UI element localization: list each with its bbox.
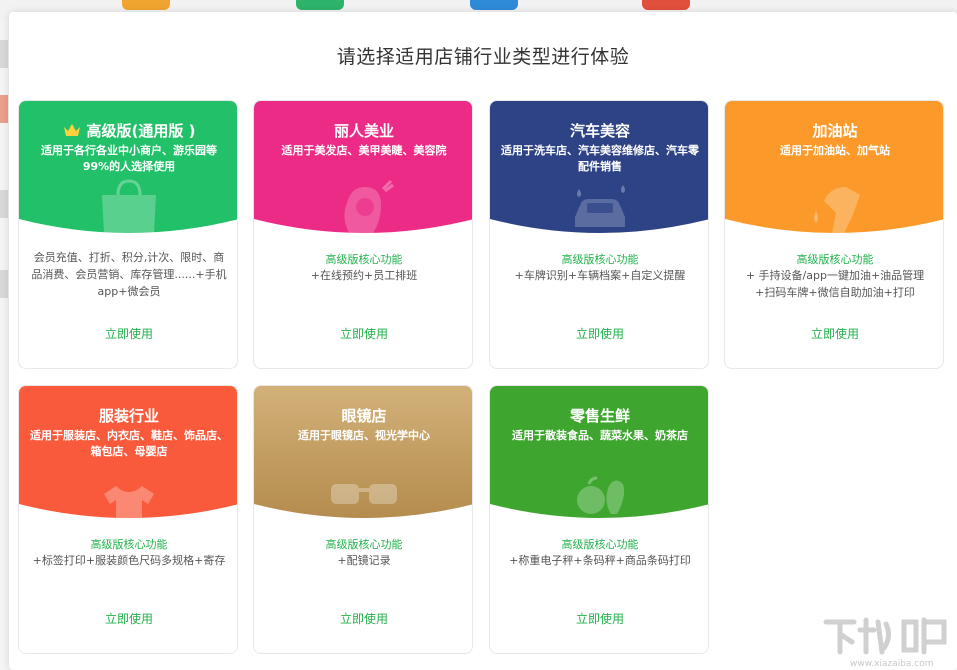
card-features: +在线预约+员工排班	[310, 269, 418, 282]
card-subtitle: 适用于洗车店、汽车美容维修店、汽车零配件销售	[501, 144, 699, 173]
background-mark	[0, 40, 8, 68]
watermark-logo: www.xiazaiba.com	[823, 617, 947, 669]
feature-heading: 高级版核心功能	[325, 253, 403, 266]
car-wash-icon	[575, 185, 625, 227]
card-title: 服装行业	[98, 407, 159, 425]
glasses-icon	[331, 484, 397, 504]
card-subtitle: 适用于眼镜店、视光学中心	[298, 429, 430, 442]
card-title: 汽车美容	[569, 122, 630, 140]
background-tile	[296, 0, 344, 10]
background-tile	[122, 0, 170, 10]
card-subtitle: 适用于服装店、内衣店、鞋店、饰品店、箱包店、母婴店	[30, 429, 228, 458]
card-title: 丽人美业	[333, 122, 394, 140]
woman-hair-icon	[344, 179, 394, 233]
card-gas-station: 加油站 适用于加油站、加气站 高级版核心功能 + 手持设备/app一键加油+油品…	[724, 100, 944, 369]
card-subtitle: 适用于各行各业中小商户、游乐园等99%的人选择使用	[41, 144, 217, 173]
use-now-button[interactable]: 立即使用	[254, 325, 472, 342]
card-header: 眼镜店 适用于眼镜店、视光学中心	[254, 386, 472, 526]
background-mark	[0, 270, 8, 298]
use-now-button[interactable]: 立即使用	[490, 610, 708, 627]
card-features: + 手持设备/app一键加油+油品管理+扫码车牌+微信自助加油+打印	[745, 269, 925, 299]
card-header: 加油站 适用于加油站、加气站	[725, 101, 943, 241]
card-header: 汽车美容 适用于洗车店、汽车美容维修店、汽车零配件销售	[490, 101, 708, 241]
use-now-button[interactable]: 立即使用	[490, 325, 708, 342]
card-apparel: 服装行业 适用于服装店、内衣店、鞋店、饰品店、箱包店、母婴店 高级版核心功能 +…	[18, 385, 238, 654]
use-now-button[interactable]: 立即使用	[725, 325, 943, 342]
card-features: +配镜记录	[337, 554, 391, 567]
card-features: +标签打印+服装颜色尺码多规格+寄存	[32, 554, 226, 567]
feature-heading: 高级版核心功能	[561, 538, 639, 551]
feature-heading: 高级版核心功能	[325, 538, 403, 551]
background-mark	[0, 190, 8, 218]
fuel-nozzle-icon	[814, 187, 860, 233]
vegetables-icon	[577, 476, 625, 514]
card-header: 高级版(通用版 ) 适用于各行各业中小商户、游乐园等99%的人选择使用	[19, 101, 237, 241]
feature-heading: 高级版核心功能	[796, 253, 874, 266]
background-tile	[642, 0, 690, 10]
crown-icon	[63, 124, 80, 136]
background-mark	[0, 95, 8, 123]
card-title: 高级版(通用版 )	[86, 122, 196, 140]
card-auto: 汽车美容 适用于洗车店、汽车美容维修店、汽车零配件销售 高级版核心功能 +车牌识…	[489, 100, 709, 369]
card-title: 零售生鲜	[569, 407, 630, 425]
use-now-button[interactable]: 立即使用	[19, 610, 237, 627]
card-features: +车牌识别+车辆档案+自定义提醒	[514, 269, 686, 282]
card-title: 加油站	[812, 122, 858, 140]
shopping-bag-icon	[102, 179, 156, 233]
page-title: 请选择适用店铺行业类型进行体验	[336, 46, 630, 68]
card-header: 丽人美业 适用于美发店、美甲美睫、美容院	[254, 101, 472, 241]
industry-select-modal: 请选择适用店铺行业类型进行体验 高级版(通用版 ) 适用于各行各业中小商户、游乐…	[9, 12, 957, 670]
svg-text:www.xiazaiba.com: www.xiazaiba.com	[850, 659, 934, 669]
card-features: 会员充值、打折、积分,计次、限时、商品消费、会员营销、库存管理......+手机…	[31, 251, 227, 298]
card-subtitle: 适用于美发店、美甲美睫、美容院	[281, 144, 447, 157]
use-now-button[interactable]: 立即使用	[254, 610, 472, 627]
background-tile	[470, 0, 518, 10]
card-optical: 眼镜店 适用于眼镜店、视光学中心 高级版核心功能 +配镜记录 立即使用	[253, 385, 473, 654]
card-fresh-retail: 零售生鲜 适用于散装食品、蔬菜水果、奶茶店 高级版核心功能 +称重电子秤+条码秤…	[489, 385, 709, 654]
feature-heading: 高级版核心功能	[90, 538, 168, 551]
t-shirt-icon	[104, 486, 154, 518]
card-features: +称重电子秤+条码秤+商品条码打印	[509, 554, 691, 567]
card-subtitle: 适用于散装食品、蔬菜水果、奶茶店	[512, 429, 688, 442]
card-beauty: 丽人美业 适用于美发店、美甲美睫、美容院 高级版核心功能 +在线预约+员工排班 …	[253, 100, 473, 369]
use-now-button[interactable]: 立即使用	[19, 325, 237, 342]
card-title: 眼镜店	[341, 407, 387, 425]
card-header: 零售生鲜 适用于散装食品、蔬菜水果、奶茶店	[490, 386, 708, 526]
feature-heading: 高级版核心功能	[561, 253, 639, 266]
card-subtitle: 适用于加油站、加气站	[780, 144, 890, 157]
card-header: 服装行业 适用于服装店、内衣店、鞋店、饰品店、箱包店、母婴店	[19, 386, 237, 526]
card-general: 高级版(通用版 ) 适用于各行各业中小商户、游乐园等99%的人选择使用 会员充值…	[18, 100, 238, 369]
